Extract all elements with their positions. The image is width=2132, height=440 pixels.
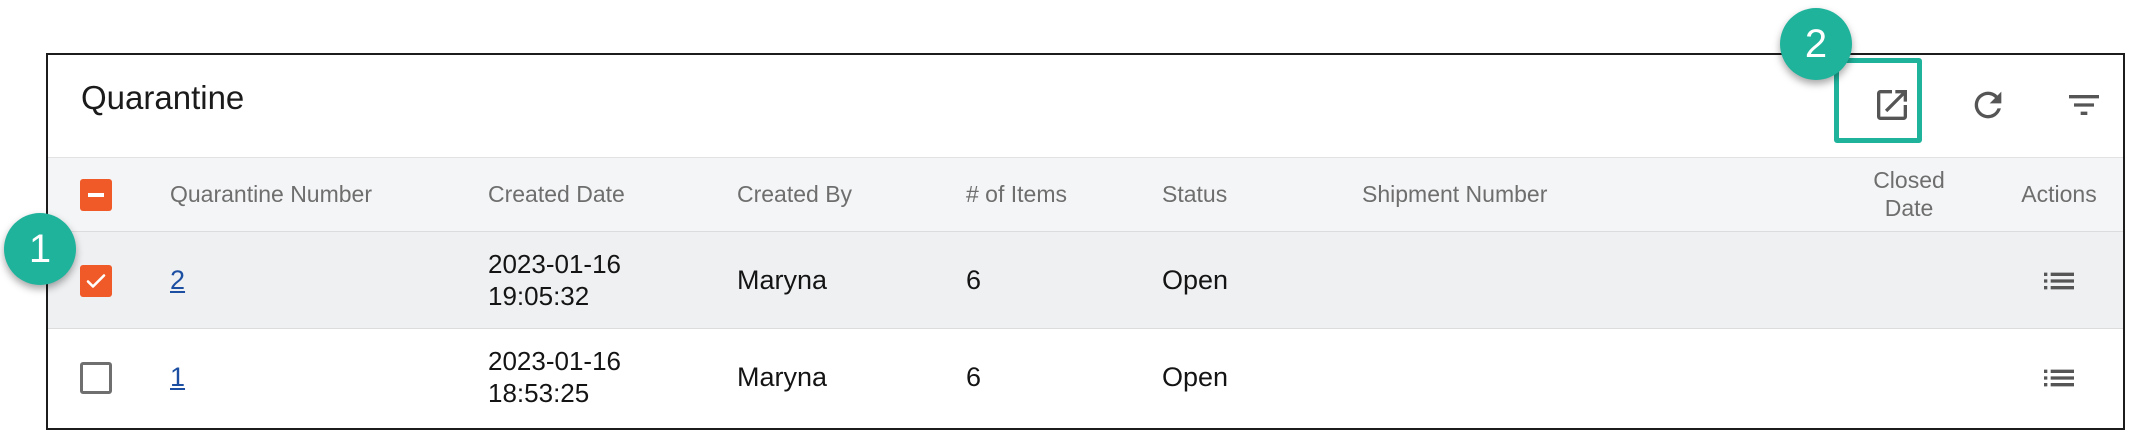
actions-cell <box>1998 232 2120 329</box>
row-actions-button[interactable] <box>2039 261 2079 301</box>
indeterminate-icon <box>88 193 104 197</box>
items-count-cell: 6 <box>966 265 982 296</box>
quarantine-panel: Quarantine Quarantine Number Created Dat… <box>46 53 2125 430</box>
items-count-cell: 6 <box>966 362 982 393</box>
actions-cell <box>1998 329 2120 426</box>
closed-date-cell <box>1864 232 1954 329</box>
table-row[interactable]: 1 2023-01-16 18:53:25 Maryna 6 Open <box>48 329 2123 428</box>
created-date-day: 2023-01-16 <box>488 346 621 377</box>
checkmark-icon <box>86 273 106 288</box>
row-actions-button[interactable] <box>2039 358 2079 398</box>
list-icon <box>2044 272 2074 289</box>
column-header-actions: Actions <box>2021 181 2097 208</box>
filter-button[interactable] <box>2054 75 2114 135</box>
column-header-quarantine-number[interactable]: Quarantine Number <box>170 158 470 232</box>
table-row[interactable]: 2 2023-01-16 19:05:32 Maryna 6 Open <box>48 232 2123 329</box>
select-all-checkbox[interactable] <box>80 179 112 211</box>
column-header-created-by[interactable]: Created By <box>737 158 957 232</box>
created-by-cell: Maryna <box>737 265 828 296</box>
refresh-icon <box>1974 91 2002 119</box>
open-in-new-icon <box>1877 90 1907 120</box>
quarantine-number-cell: 2 <box>170 232 470 329</box>
row-checkbox-cell <box>80 329 116 426</box>
step-badge-1: 1 <box>4 213 76 285</box>
page-title: Quarantine <box>81 79 245 116</box>
column-header-shipment-number[interactable]: Shipment Number <box>1362 158 1762 232</box>
created-date-time: 18:53:25 <box>488 377 590 408</box>
column-header-created-date[interactable]: Created Date <box>488 158 728 232</box>
created-by-cell: Maryna <box>737 362 828 393</box>
screenshot-stage: Quarantine Quarantine Number Created Dat… <box>0 0 2132 440</box>
filter-icon <box>2069 95 2099 115</box>
row-checkbox-checked[interactable] <box>80 264 112 297</box>
created-date-cell: 2023-01-16 19:05:32 <box>488 232 728 329</box>
table-header: Quarantine Number Created Date Created B… <box>48 158 2123 232</box>
quarantine-number-link[interactable]: 2 <box>170 264 185 296</box>
created-date-cell: 2023-01-16 18:53:25 <box>488 329 728 426</box>
export-button[interactable] <box>1862 75 1922 135</box>
shipment-number-cell <box>1362 329 1762 426</box>
status-cell: Open <box>1162 362 1229 393</box>
quarantine-number-cell: 1 <box>170 329 470 426</box>
shipment-number-cell <box>1362 232 1762 329</box>
column-header-items[interactable]: # of Items <box>966 158 1146 232</box>
quarantine-number-link[interactable]: 1 <box>170 361 185 393</box>
header-checkbox-cell <box>80 158 116 232</box>
created-date-day: 2023-01-16 <box>488 249 621 280</box>
column-header-status[interactable]: Status <box>1162 158 1342 232</box>
row-checkbox-unchecked[interactable] <box>80 361 112 394</box>
row-checkbox-cell <box>80 232 116 329</box>
list-icon <box>2044 369 2074 386</box>
column-header-closed-date[interactable]: Closed Date <box>1864 158 1954 232</box>
created-date-time: 19:05:32 <box>488 280 590 311</box>
status-cell: Open <box>1162 265 1229 296</box>
refresh-button[interactable] <box>1958 75 2018 135</box>
closed-date-cell <box>1864 329 1954 426</box>
step-badge-2: 2 <box>1780 8 1852 80</box>
